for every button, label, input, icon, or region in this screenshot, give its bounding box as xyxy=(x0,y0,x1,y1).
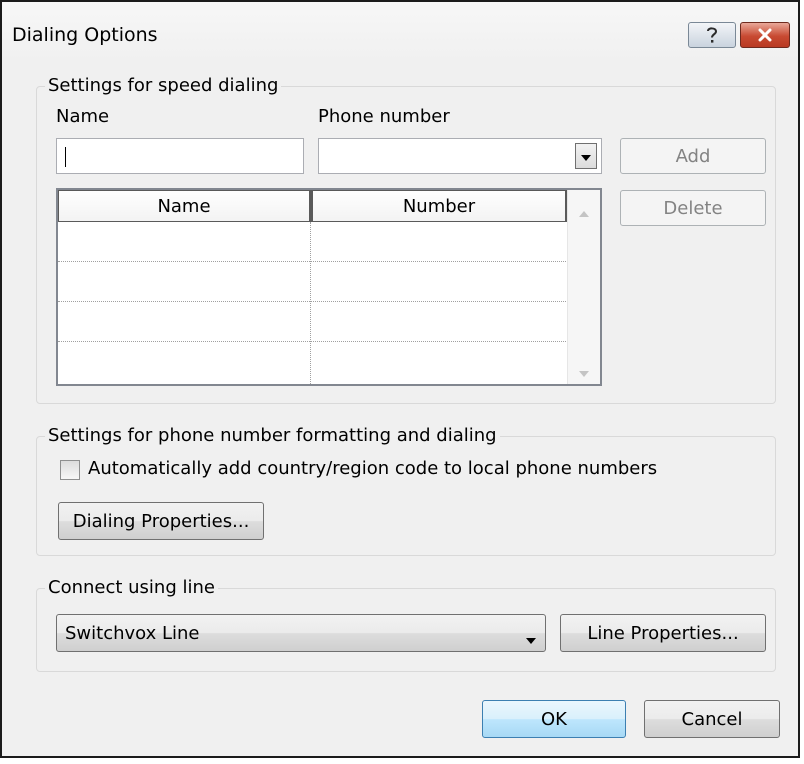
ok-button[interactable]: OK xyxy=(482,700,626,738)
vertical-scrollbar[interactable] xyxy=(567,190,600,384)
column-header-number[interactable]: Number xyxy=(312,190,568,222)
chevron-down-icon xyxy=(525,629,537,650)
help-icon xyxy=(705,26,719,44)
text-caret xyxy=(65,147,66,167)
list-header: Name Number xyxy=(58,190,568,222)
help-button[interactable] xyxy=(688,22,736,48)
column-header-name[interactable]: Name xyxy=(58,190,312,222)
line-select-value: Switchvox Line xyxy=(65,623,200,644)
list-row[interactable] xyxy=(58,222,568,262)
line-properties-button[interactable]: Line Properties... xyxy=(560,614,766,652)
add-button[interactable]: Add xyxy=(620,138,766,174)
list-row[interactable] xyxy=(58,302,568,342)
dialing-options-dialog: Dialing Options Settings for speed diali… xyxy=(0,0,800,758)
list-row[interactable] xyxy=(58,342,568,382)
delete-button[interactable]: Delete xyxy=(620,190,766,226)
list-body xyxy=(58,222,568,384)
chevron-down-icon xyxy=(580,146,592,167)
scroll-up-icon[interactable] xyxy=(578,202,590,223)
column-divider xyxy=(310,222,311,384)
speed-dialing-group-label: Settings for speed dialing xyxy=(45,75,282,97)
list-row[interactable] xyxy=(58,262,568,302)
dialing-properties-button[interactable]: Dialing Properties... xyxy=(58,502,264,540)
close-icon xyxy=(757,28,773,42)
dialog-title: Dialing Options xyxy=(12,24,158,46)
name-label: Name xyxy=(56,106,110,127)
phone-number-label: Phone number xyxy=(318,106,450,127)
cancel-button[interactable]: Cancel xyxy=(644,700,780,738)
close-button[interactable] xyxy=(740,22,790,48)
title-bar[interactable]: Dialing Options xyxy=(2,2,798,62)
formatting-group-label: Settings for phone number formatting and… xyxy=(45,425,500,447)
phone-number-dropdown-button[interactable] xyxy=(575,143,597,169)
phone-number-combobox[interactable] xyxy=(318,138,602,174)
speed-dial-list[interactable]: Name Number xyxy=(56,188,602,386)
scroll-down-icon[interactable] xyxy=(578,362,590,383)
country-code-checkbox-label[interactable]: Automatically add country/region code to… xyxy=(88,458,657,480)
name-input[interactable] xyxy=(56,138,304,174)
line-select[interactable]: Switchvox Line xyxy=(56,614,546,652)
connect-group-label: Connect using line xyxy=(45,577,218,599)
country-code-checkbox[interactable] xyxy=(60,460,80,480)
